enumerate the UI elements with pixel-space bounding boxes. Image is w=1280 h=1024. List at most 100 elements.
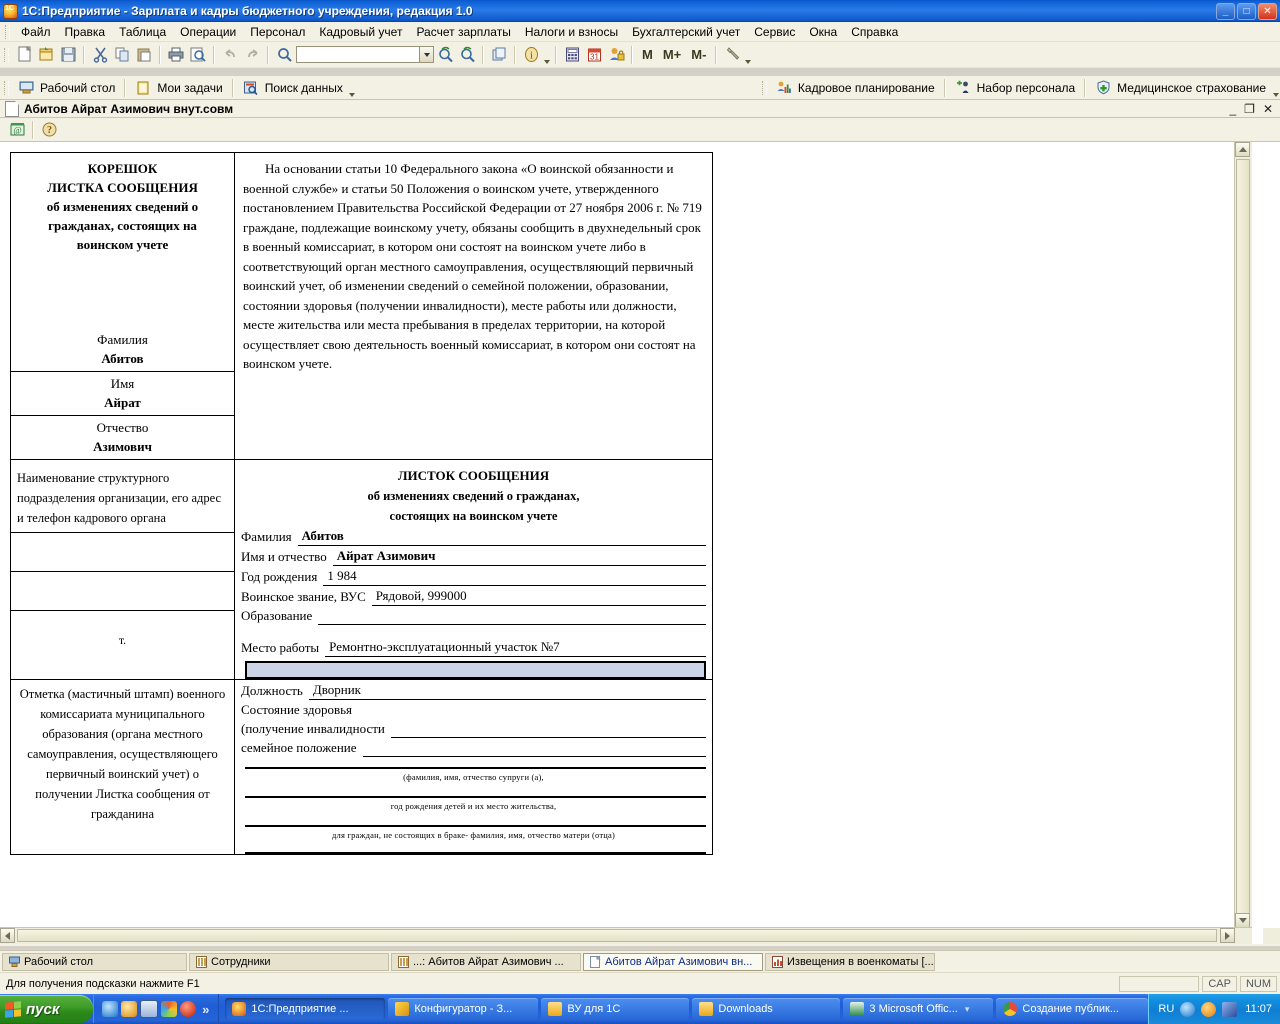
- menu-taxes[interactable]: Налоги и взносы: [518, 23, 625, 41]
- vertical-scrollbar[interactable]: [1234, 142, 1252, 928]
- spreadsheet-area[interactable]: КОРЕШОК ЛИСТКА СООБЩЕНИЯ об изменениях с…: [0, 142, 1280, 944]
- task-microsoft-office-group[interactable]: 3 Microsoft Offic... ▾: [843, 998, 994, 1020]
- form-disability-value[interactable]: [390, 719, 706, 738]
- org-info-blank-1[interactable]: [11, 532, 234, 571]
- redo-icon[interactable]: [241, 44, 263, 66]
- save-icon[interactable]: [57, 44, 79, 66]
- right-shortcuts-grip-handle[interactable]: [761, 80, 767, 95]
- media-icon[interactable]: [180, 1001, 197, 1017]
- search-input[interactable]: [297, 46, 419, 63]
- close-button[interactable]: ✕: [1258, 2, 1277, 20]
- tray-shield-icon[interactable]: [1180, 1001, 1196, 1017]
- shortcut-medical-insurance[interactable]: Медицинское страхование: [1090, 76, 1271, 100]
- memory-button-m-minus[interactable]: M-: [686, 47, 711, 62]
- menu-payroll[interactable]: Расчет зарплаты: [409, 23, 517, 41]
- shortcuts-grip-handle[interactable]: [4, 80, 9, 95]
- form-surname-value[interactable]: Абитов: [297, 526, 706, 546]
- copy-icon[interactable]: [111, 44, 133, 66]
- right-shortcuts-overflow-icon[interactable]: [1271, 75, 1280, 101]
- memory-button-m[interactable]: M: [637, 47, 658, 62]
- settings-dropdown-icon[interactable]: [743, 42, 752, 68]
- org-info-blank-2[interactable]: [11, 571, 234, 610]
- find-next-icon[interactable]: [434, 44, 456, 66]
- find-previous-icon[interactable]: [456, 44, 478, 66]
- word-icon[interactable]: [140, 1000, 159, 1018]
- form-health-value[interactable]: [358, 701, 706, 719]
- shortcut-recruiting[interactable]: Набор персонала: [950, 76, 1081, 100]
- menu-operations[interactable]: Операции: [173, 23, 243, 41]
- start-button[interactable]: пуск: [0, 995, 94, 1023]
- info-icon[interactable]: i: [520, 44, 542, 66]
- language-indicator[interactable]: RU: [1158, 1003, 1174, 1015]
- window-tab-desktop[interactable]: Рабочий стол: [2, 952, 187, 971]
- task-downloads-folder[interactable]: Downloads: [692, 998, 841, 1020]
- window-tab-abitov-list[interactable]: ...: Абитов Айрат Азимович ...: [391, 952, 581, 971]
- paint-icon[interactable]: [161, 1001, 178, 1017]
- form-name-patronymic-value[interactable]: Айрат Азимович: [332, 546, 706, 566]
- selected-cell[interactable]: [245, 661, 706, 679]
- task-configurator[interactable]: Конфигуратор - З...: [388, 998, 539, 1020]
- menu-accounting[interactable]: Бухгалтерский учет: [625, 23, 747, 41]
- task-create-publication[interactable]: Создание публик...: [996, 998, 1149, 1020]
- clock[interactable]: 11:07: [1243, 1003, 1272, 1015]
- help-icon[interactable]: ?: [38, 119, 60, 141]
- form-position-value[interactable]: Дворник: [308, 680, 706, 700]
- shortcuts-overflow-icon[interactable]: [348, 75, 357, 101]
- scroll-down-button[interactable]: [1235, 913, 1250, 928]
- shortcut-my-tasks[interactable]: Мои задачи: [130, 76, 227, 100]
- info-dropdown-icon[interactable]: [542, 42, 551, 68]
- horizontal-scroll-thumb[interactable]: [17, 929, 1217, 942]
- settings-wrench-icon[interactable]: [721, 44, 743, 66]
- menu-personnel[interactable]: Персонал: [243, 23, 312, 41]
- search-combobox[interactable]: [296, 46, 434, 63]
- menu-service[interactable]: Сервис: [747, 23, 802, 41]
- task-1c-enterprise[interactable]: 1С:Предприятие ...: [225, 998, 386, 1020]
- shortcut-search-data[interactable]: Поиск данных: [238, 76, 348, 100]
- form-birth-year-value[interactable]: 1 984: [323, 566, 706, 586]
- form-education-value[interactable]: [318, 606, 706, 625]
- document-minimize-button[interactable]: _: [1229, 103, 1236, 115]
- maximize-button[interactable]: □: [1237, 2, 1256, 20]
- shortcut-hr-planning[interactable]: Кадровое планирование: [771, 76, 940, 100]
- document-restore-button[interactable]: ❐: [1244, 103, 1255, 115]
- task-vu-folder[interactable]: ВУ для 1С: [541, 998, 690, 1020]
- window-tab-abitov-doc[interactable]: Абитов Айрат Азимович вн...: [583, 952, 763, 971]
- minimize-button[interactable]: _: [1216, 2, 1235, 20]
- user-permissions-icon[interactable]: [605, 44, 627, 66]
- menu-help[interactable]: Справка: [844, 23, 905, 41]
- paste-icon[interactable]: [133, 44, 155, 66]
- print-icon[interactable]: [165, 44, 187, 66]
- tray-update-icon[interactable]: [1201, 1001, 1217, 1017]
- open-document-icon[interactable]: [35, 44, 57, 66]
- chevron-down-icon[interactable]: [419, 47, 433, 62]
- undo-icon[interactable]: [219, 44, 241, 66]
- spreadsheet-canvas[interactable]: КОРЕШОК ЛИСТКА СООБЩЕНИЯ об изменениях с…: [0, 142, 1252, 928]
- task-group-chevron-icon[interactable]: ▾: [965, 1004, 970, 1015]
- scroll-right-button[interactable]: [1220, 928, 1235, 943]
- print-to-file-icon[interactable]: @: [6, 119, 28, 141]
- search-icon[interactable]: [273, 44, 295, 66]
- tray-network-icon[interactable]: [1222, 1001, 1238, 1017]
- calendar-icon[interactable]: 31: [583, 44, 605, 66]
- cut-icon[interactable]: [89, 44, 111, 66]
- menu-hr-accounting[interactable]: Кадровый учет: [312, 23, 409, 41]
- vertical-scroll-thumb[interactable]: [1236, 159, 1250, 919]
- window-tab-employees[interactable]: Сотрудники: [189, 952, 389, 971]
- calculator-icon[interactable]: [561, 44, 583, 66]
- quick-launch-overflow-icon[interactable]: »: [199, 1002, 212, 1017]
- toolbar-grip-handle[interactable]: [4, 47, 9, 62]
- form-workplace-value[interactable]: Ремонтно-эксплуатационный участок №7: [325, 637, 706, 657]
- internet-explorer-icon[interactable]: [102, 1001, 119, 1017]
- menu-table[interactable]: Таблица: [112, 23, 173, 41]
- window-tab-notices[interactable]: Извещения в военкоматы [...: [765, 952, 935, 971]
- new-document-icon[interactable]: [13, 44, 35, 66]
- form-rank-value[interactable]: Рядовой, 999000: [371, 586, 706, 606]
- scroll-up-button[interactable]: [1235, 142, 1250, 157]
- shortcut-desktop[interactable]: Рабочий стол: [13, 76, 120, 100]
- form-marital-value[interactable]: [362, 738, 706, 757]
- duplicate-window-icon[interactable]: [488, 44, 510, 66]
- menu-edit[interactable]: Правка: [58, 23, 113, 41]
- browser-icon[interactable]: [121, 1001, 138, 1017]
- menu-grip-handle[interactable]: [5, 24, 10, 39]
- horizontal-scrollbar[interactable]: [0, 927, 1252, 944]
